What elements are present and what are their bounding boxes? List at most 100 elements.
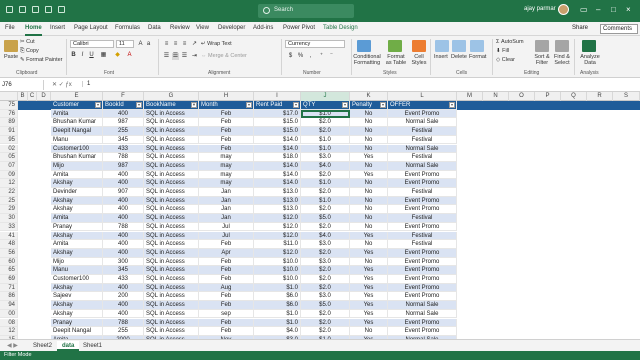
- cell-rent[interactable]: $1.0: [254, 309, 301, 319]
- cell-bookid[interactable]: 433: [103, 144, 144, 154]
- cell-penalty[interactable]: No: [350, 222, 388, 232]
- row-number[interactable]: 86: [0, 292, 18, 302]
- cell-bookname[interactable]: SQL in Access: [144, 214, 199, 223]
- cell-customer[interactable]: Amita: [51, 214, 103, 223]
- cell-bookname[interactable]: SQL in Access: [144, 275, 199, 284]
- cell-offer[interactable]: Festival: [388, 188, 457, 197]
- maximize-icon[interactable]: □: [611, 5, 616, 15]
- share-button[interactable]: Share: [572, 25, 588, 31]
- cell-offer[interactable]: Festival: [388, 135, 457, 145]
- wrap-text-button[interactable]: ↵ Wrap Text: [201, 41, 232, 47]
- clear-button[interactable]: ◇ Clear: [496, 57, 515, 63]
- currency-icon[interactable]: $: [287, 53, 294, 60]
- row-number[interactable]: 89: [0, 118, 18, 128]
- tab-data[interactable]: Data: [148, 25, 161, 31]
- cell-customer[interactable]: Akshay: [51, 196, 103, 206]
- cell-offer[interactable]: Event Promo: [388, 248, 457, 258]
- cell-customer[interactable]: Amita: [51, 240, 103, 249]
- filter-dropdown-icon[interactable]: ▾: [293, 102, 299, 108]
- column-header[interactable]: F: [103, 92, 144, 101]
- cell-month[interactable]: Apr: [199, 248, 254, 258]
- tab-table-design[interactable]: Table Design: [323, 25, 358, 31]
- format-as-table-button[interactable]: Format as Table: [384, 54, 408, 66]
- cell-offer[interactable]: Festival: [388, 214, 457, 223]
- search-box[interactable]: Search: [258, 4, 354, 18]
- cell-month[interactable]: Jan: [199, 196, 254, 206]
- cell-customer[interactable]: Amita: [51, 109, 103, 119]
- tab-view[interactable]: View: [196, 25, 209, 31]
- cell-qty[interactable]: $3.0: [301, 257, 350, 267]
- row-number[interactable]: 48: [0, 240, 18, 249]
- cell-month[interactable]: Feb: [199, 301, 254, 310]
- name-box[interactable]: J76: [0, 80, 44, 90]
- cell-rent[interactable]: $13.0: [254, 196, 301, 206]
- cell-rent[interactable]: $10.0: [254, 266, 301, 275]
- cell-penalty[interactable]: Yes: [350, 275, 388, 284]
- row-number[interactable]: 29: [0, 205, 18, 215]
- cell-penalty[interactable]: No: [350, 240, 388, 249]
- row-number[interactable]: 76: [0, 109, 18, 119]
- cell-rent[interactable]: $1.0: [254, 318, 301, 328]
- analyze-data-icon[interactable]: [582, 40, 596, 52]
- cell-offer[interactable]: Event Promo: [388, 170, 457, 180]
- minimize-icon[interactable]: –: [596, 5, 600, 15]
- cell-offer[interactable]: Normal Sale: [388, 301, 457, 310]
- cell-qty[interactable]: $5.0: [301, 301, 350, 310]
- cell-bookname[interactable]: SQL in Access: [144, 283, 199, 293]
- cell-customer[interactable]: Akshay: [51, 309, 103, 319]
- column-header[interactable]: G: [144, 92, 199, 101]
- cell-offer[interactable]: Event Promo: [388, 327, 457, 336]
- cell-bookid[interactable]: 788: [103, 318, 144, 328]
- cell-bookid[interactable]: 400: [103, 214, 144, 223]
- cell-qty[interactable]: $3.0: [301, 240, 350, 249]
- cell-qty[interactable]: $4.0: [301, 231, 350, 241]
- avatar[interactable]: [558, 4, 569, 15]
- cell-qty[interactable]: $1.0: [301, 135, 350, 145]
- row-number[interactable]: 95: [0, 135, 18, 145]
- cell-bookname[interactable]: SQL in Access: [144, 109, 199, 119]
- cell-customer[interactable]: Sajeev: [51, 292, 103, 302]
- cell-offer[interactable]: Event Promo: [388, 266, 457, 275]
- cell-month[interactable]: may: [199, 161, 254, 171]
- cell-bookname[interactable]: SQL in Access: [144, 309, 199, 319]
- find-select-button[interactable]: Find & Select: [551, 54, 573, 66]
- cell-month[interactable]: Jan: [199, 205, 254, 215]
- cell-styles-button[interactable]: Cell Styles: [410, 54, 428, 66]
- insert-cells-button[interactable]: Insert: [434, 54, 448, 60]
- delete-cells-icon[interactable]: [452, 40, 466, 52]
- cell-month[interactable]: Jan: [199, 214, 254, 223]
- cell-month[interactable]: Feb: [199, 109, 254, 119]
- filter-dropdown-icon[interactable]: ▾: [342, 102, 348, 108]
- row-number[interactable]: 08: [0, 318, 18, 328]
- cell-month[interactable]: Feb: [199, 240, 254, 249]
- cell-offer[interactable]: Event Promo: [388, 275, 457, 284]
- cell-bookname[interactable]: SQL in Access: [144, 179, 199, 188]
- column-header[interactable]: H: [199, 92, 254, 101]
- cell-customer[interactable]: Deepit Nangal: [51, 127, 103, 136]
- cell-penalty[interactable]: No: [350, 109, 388, 119]
- conditional-formatting-button[interactable]: Conditional Formatting: [352, 54, 382, 66]
- align-middle-icon[interactable]: ≡: [172, 41, 179, 48]
- column-header[interactable]: B: [18, 92, 28, 101]
- tab-page-layout[interactable]: Page Layout: [74, 25, 108, 31]
- cell-penalty[interactable]: No: [350, 196, 388, 206]
- cell-bookname[interactable]: SQL in Access: [144, 127, 199, 136]
- cell-bookname[interactable]: SQL in Access: [144, 257, 199, 267]
- cell-month[interactable]: sep: [199, 309, 254, 319]
- cell-bookid[interactable]: 788: [103, 153, 144, 162]
- cell-bookid[interactable]: 400: [103, 109, 144, 119]
- cell-rent[interactable]: $4.0: [254, 327, 301, 336]
- cell-bookname[interactable]: SQL in Access: [144, 266, 199, 275]
- cell-rent[interactable]: $11.0: [254, 240, 301, 249]
- cell-customer[interactable]: Amita: [51, 170, 103, 180]
- font-color-icon[interactable]: A: [126, 52, 133, 59]
- cell-bookname[interactable]: SQL in Access: [144, 318, 199, 328]
- cell-rent[interactable]: $15.0: [254, 118, 301, 128]
- cell-rent[interactable]: $1.0: [254, 283, 301, 293]
- font-size-select[interactable]: 11: [116, 40, 134, 48]
- row-number[interactable]: 56: [0, 248, 18, 258]
- cell-rent[interactable]: $14.0: [254, 161, 301, 171]
- number-format-select[interactable]: Currency: [285, 40, 345, 48]
- paste-button[interactable]: Paste: [4, 54, 18, 60]
- cell-bookid[interactable]: 255: [103, 327, 144, 336]
